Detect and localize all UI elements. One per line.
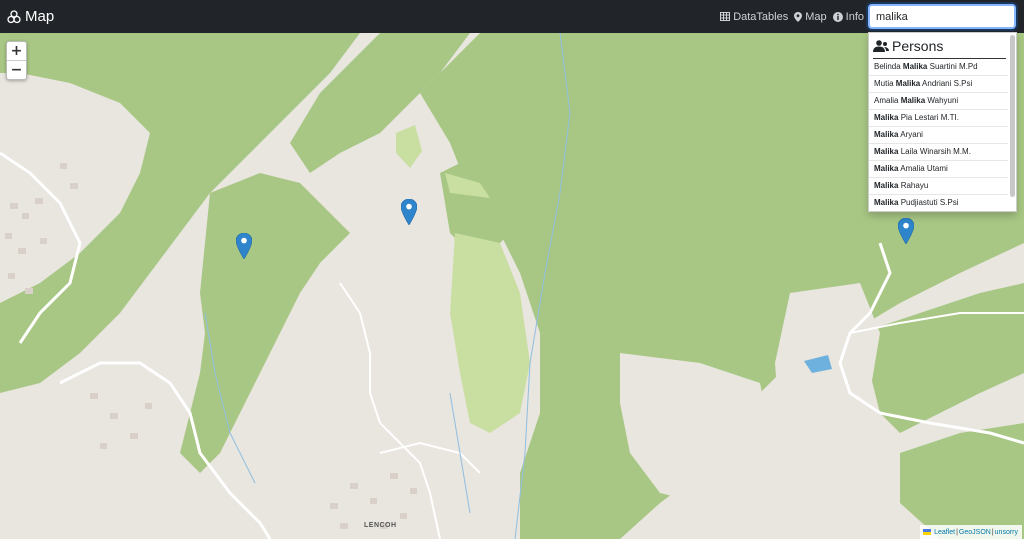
users-icon (873, 40, 889, 52)
result-item-suffix: Rahayu (898, 181, 929, 190)
attribution-sep-2: | (991, 528, 994, 536)
result-item-match: Malika (895, 79, 921, 88)
result-item[interactable]: Malika Pia Lestari M.TI. (869, 110, 1008, 127)
nav-info[interactable]: Info (832, 10, 864, 23)
nav-map-label: Map (805, 10, 827, 23)
result-item-match: Malika (874, 113, 899, 122)
map-marker-2[interactable] (401, 199, 417, 225)
result-item-prefix: Mutia (874, 79, 896, 88)
nav-links: DataTables Map Info (714, 0, 864, 33)
result-item[interactable]: Malika Laila Winarsih M.M. (869, 144, 1008, 161)
results-header: Persons (873, 36, 1006, 59)
place-label-lencoh: LENCOH (364, 522, 397, 529)
result-item[interactable]: Mutia Malika Andriani S.Psi (869, 76, 1008, 93)
geojson-link[interactable]: GeoJSON (959, 529, 991, 536)
result-item-match: Malika (874, 147, 899, 156)
result-item-prefix: Amalia (874, 96, 901, 105)
attribution-sep-1: | (956, 528, 958, 536)
result-item-match: Malika (874, 181, 899, 190)
brand[interactable]: Map (7, 0, 54, 33)
results-list: Belinda Malika Suartini M.Pd Mutia Malika… (869, 59, 1016, 211)
ukraine-flag-icon (923, 529, 932, 535)
result-item-match: Malika (874, 198, 899, 207)
result-item[interactable]: Malika Rahayu (869, 178, 1008, 195)
result-item[interactable]: Malika Amalia Utami (869, 161, 1008, 178)
search-results-dropdown: Persons Belinda Malika Suartini M.Pd Muti… (868, 32, 1017, 212)
result-item[interactable]: Malika Aryani (869, 127, 1008, 144)
result-item-suffix: Pia Lestari M.TI. (898, 113, 959, 122)
unsorry-link[interactable]: unsorry (995, 529, 1018, 536)
info-circle-icon (832, 11, 843, 22)
result-item-match: Malika (902, 62, 928, 71)
result-item-suffix: Suartini M.Pd (927, 62, 978, 71)
map-marker-3[interactable] (898, 218, 914, 244)
result-item-match: Malika (874, 130, 899, 139)
result-item[interactable]: Malika Pudjiastuti S.Psi (869, 195, 1008, 211)
result-item[interactable]: Belinda Malika Suartini M.Pd (869, 59, 1008, 76)
result-item[interactable]: Amalia Malika Wahyuni (869, 93, 1008, 110)
result-item-suffix: Laila Winarsih M.M. (898, 147, 971, 156)
result-item-match: Malika (900, 96, 926, 105)
nav-datatables-label: DataTables (733, 10, 789, 23)
nav-datatables[interactable]: DataTables (720, 11, 788, 23)
search-input[interactable] (868, 4, 1016, 29)
map-marker-icon (794, 11, 803, 22)
dropdown-scrollbar[interactable] (1010, 35, 1015, 197)
leaflet-link[interactable]: Leaflet (934, 529, 955, 536)
brand-label: Map (25, 8, 55, 25)
result-item-suffix: Wahyuni (925, 96, 959, 105)
map-marker-1[interactable] (236, 233, 252, 259)
zoom-control: + − (6, 41, 27, 80)
brand-logo-icon (7, 9, 21, 23)
zoom-in-button[interactable]: + (7, 42, 26, 61)
nav-map[interactable]: Map (794, 10, 827, 23)
result-item-suffix: Pudjiastuti S.Psi (898, 198, 959, 207)
result-item-suffix: Andriani S.Psi (920, 79, 973, 88)
zoom-out-button[interactable]: − (7, 61, 26, 79)
result-item-match: Malika (874, 164, 899, 173)
map-attribution: Leaflet | GeoJSON | unsorry (920, 525, 1022, 539)
result-item-suffix: Aryani (898, 130, 923, 139)
table-icon (720, 12, 731, 21)
results-header-label: Persons (892, 38, 944, 54)
result-item-suffix: Amalia Utami (898, 164, 948, 173)
nav-info-label: Info (845, 10, 864, 23)
result-item-prefix: Belinda (874, 62, 903, 71)
